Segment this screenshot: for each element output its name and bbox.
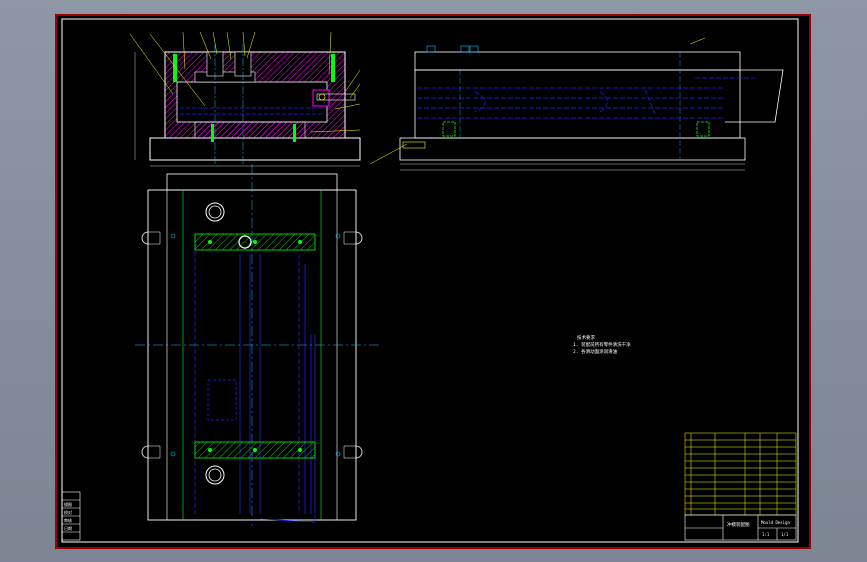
technical-notes: 技术要求 1. 装配前所有零件清洗干净 2. 各滑动面涂润滑油 bbox=[573, 334, 631, 355]
note-title: 技术要求 bbox=[577, 334, 595, 341]
stamp-row-3: 审核 bbox=[64, 517, 72, 523]
note-line-1: 1. 装配前所有零件清洗干净 bbox=[573, 341, 631, 348]
stamp-row-2: 校对 bbox=[64, 509, 72, 515]
note-line-2: 2. 各滑动面涂润滑油 bbox=[573, 348, 618, 355]
scale-value: 1:1 bbox=[762, 532, 770, 537]
sheet-number: 1/1 bbox=[781, 532, 789, 537]
front-section-view bbox=[129, 31, 361, 167]
top-view bbox=[135, 164, 380, 526]
stamp-row-1: 描图 bbox=[64, 501, 72, 507]
drawing-sheet: 描图 校对 审核 日期 技术要求 1. 装配前所有零件清洗干净 2. 各滑动面涂… bbox=[55, 14, 811, 549]
school-name: Mould Design bbox=[761, 520, 790, 525]
side-view bbox=[369, 37, 784, 171]
stamp-row-4: 日期 bbox=[64, 525, 72, 531]
cad-drawing: 描图 校对 审核 日期 技术要求 1. 装配前所有零件清洗干净 2. 各滑动面涂… bbox=[55, 14, 811, 549]
parts-list bbox=[684, 432, 797, 516]
left-stamp bbox=[61, 491, 81, 541]
drawing-name: 冲模装配图 bbox=[727, 521, 750, 528]
